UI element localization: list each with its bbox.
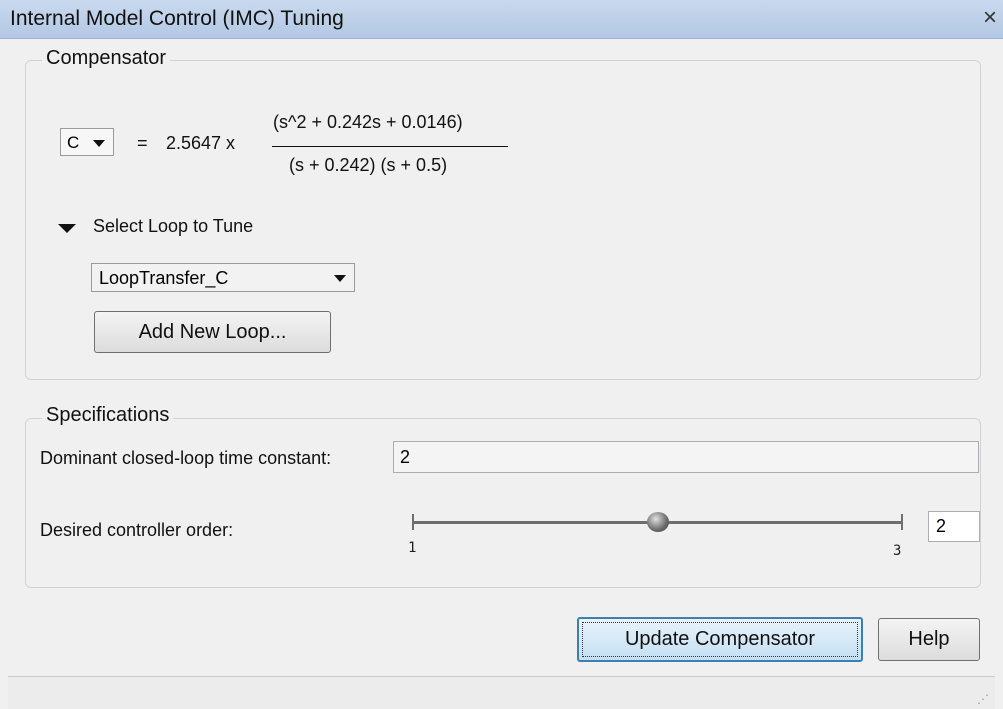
help-label: Help <box>908 628 950 650</box>
equals-sign: = <box>137 133 148 153</box>
status-bar: ⋰ <box>8 676 995 709</box>
compensator-selector-value: C <box>67 133 80 152</box>
time-constant-label: Dominant closed-loop time constant: <box>40 448 332 468</box>
imc-tuning-dialog: Internal Model Control (IMC) Tuning × Co… <box>0 0 1003 709</box>
chevron-down-icon <box>93 140 105 147</box>
time-constant-field[interactable]: 2 <box>393 441 979 473</box>
close-icon[interactable]: × <box>983 4 997 32</box>
title-bar: Internal Model Control (IMC) Tuning × <box>0 0 1003 39</box>
controller-order-field[interactable]: 2 <box>928 511 980 542</box>
slider-max-tick <box>901 514 903 530</box>
slider-max-label: 3 <box>893 543 902 559</box>
controller-order-label: Desired controller order: <box>40 520 234 540</box>
triangle-down-icon[interactable] <box>58 224 76 233</box>
transfer-denominator: (s + 0.242) (s + 0.5) <box>289 155 448 175</box>
fraction-bar <box>272 146 508 147</box>
add-new-loop-button[interactable]: Add New Loop... <box>94 311 331 353</box>
add-new-loop-label: Add New Loop... <box>138 321 287 343</box>
select-loop-label[interactable]: Select Loop to Tune <box>93 216 253 237</box>
update-compensator-label: Update Compensator <box>624 628 816 650</box>
controller-order-value: 2 <box>936 516 947 536</box>
window-title: Internal Model Control (IMC) Tuning <box>10 7 344 30</box>
loop-selector[interactable]: LoopTransfer_C <box>91 263 355 292</box>
update-compensator-button[interactable]: Update Compensator <box>577 617 863 662</box>
transfer-numerator: (s^2 + 0.242s + 0.0146) <box>273 112 463 132</box>
slider-min-tick <box>412 514 414 530</box>
slider-thumb-icon[interactable] <box>647 512 669 532</box>
chevron-down-icon <box>334 275 346 282</box>
compensator-selector[interactable]: C <box>60 128 114 156</box>
time-constant-value: 2 <box>400 447 411 467</box>
compensator-group-label: Compensator <box>42 47 171 70</box>
specifications-group-label: Specifications <box>42 404 174 427</box>
help-button[interactable]: Help <box>878 618 980 661</box>
resize-grip-icon[interactable]: ⋰ <box>977 692 989 706</box>
loop-selector-value: LoopTransfer_C <box>99 268 229 288</box>
slider-min-label: 1 <box>408 540 417 556</box>
compensator-gain: 2.5647 x <box>166 133 236 153</box>
